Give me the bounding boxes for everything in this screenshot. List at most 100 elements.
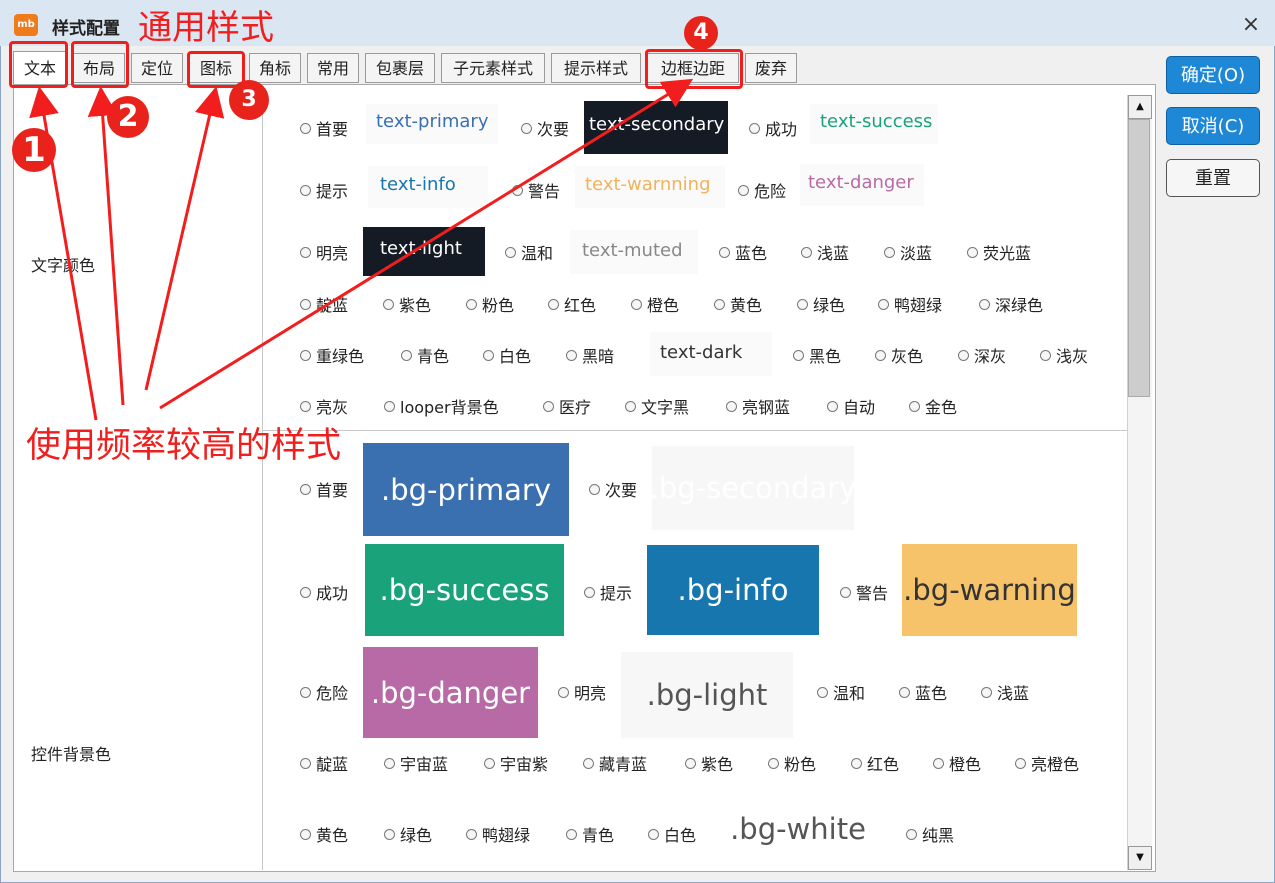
radio-bg-navy-blue[interactable]: 藏青蓝 xyxy=(583,752,647,774)
radio-text-yellow[interactable]: 黄色 xyxy=(714,293,762,315)
cancel-button[interactable]: 取消(C) xyxy=(1166,107,1260,145)
radio-icon xyxy=(543,400,554,412)
radio-bg-red[interactable]: 红色 xyxy=(851,752,899,774)
radio-icon xyxy=(967,246,978,258)
radio-icon xyxy=(466,828,477,840)
sample-bg-white: .bg-white xyxy=(711,790,885,868)
sample-bg-warning: .bg-warning xyxy=(902,544,1077,636)
radio-text-muted[interactable]: 温和 xyxy=(505,241,553,263)
radio-text-warning[interactable]: 警告 xyxy=(512,179,560,201)
radio-text-green[interactable]: 绿色 xyxy=(797,293,845,315)
radio-bg-orange[interactable]: 橙色 xyxy=(933,752,981,774)
radio-bg-bright-orange[interactable]: 亮橙色 xyxy=(1015,752,1079,774)
radio-text-gray[interactable]: 灰色 xyxy=(875,344,923,366)
radio-text-font-black[interactable]: 文字黑 xyxy=(625,395,689,417)
radio-text-auto[interactable]: 自动 xyxy=(827,395,875,417)
tab-tip-style[interactable]: 提示样式 xyxy=(551,53,641,83)
radio-bg-muted[interactable]: 温和 xyxy=(817,681,865,703)
radio-bg-warning[interactable]: 警告 xyxy=(840,581,888,603)
radio-text-light[interactable]: 明亮 xyxy=(300,241,348,263)
radio-text-steel-blue[interactable]: 亮钢蓝 xyxy=(726,395,790,417)
radio-bg-light-blue[interactable]: 浅蓝 xyxy=(981,681,1029,703)
annotation-box-2 xyxy=(71,41,129,88)
radio-text-success[interactable]: 成功 xyxy=(749,117,797,139)
app-logo-icon: mb xyxy=(14,14,38,36)
tab-position[interactable]: 定位 xyxy=(131,53,183,83)
radio-text-heavy-green[interactable]: 重绿色 xyxy=(300,344,364,366)
radio-text-dark[interactable]: 黑暗 xyxy=(566,344,614,366)
radio-text-fluorescent-blue[interactable]: 荧光蓝 xyxy=(967,241,1031,263)
radio-bg-cosmic-blue[interactable]: 宇宙蓝 xyxy=(384,752,448,774)
radio-icon xyxy=(300,400,311,412)
radio-text-black[interactable]: 黑色 xyxy=(793,344,841,366)
radio-text-bright-gray[interactable]: 亮灰 xyxy=(300,395,348,417)
close-icon[interactable]: × xyxy=(1238,12,1264,38)
column-divider xyxy=(262,95,263,870)
radio-text-pale-blue[interactable]: 淡蓝 xyxy=(884,241,932,263)
radio-bg-primary[interactable]: 首要 xyxy=(300,478,348,500)
radio-text-secondary[interactable]: 次要 xyxy=(521,117,569,139)
radio-bg-yellow[interactable]: 黄色 xyxy=(300,823,348,845)
radio-text-gold[interactable]: 金色 xyxy=(909,395,957,417)
scroll-down-icon[interactable]: ▼ xyxy=(1128,846,1152,870)
scrollbar-thumb[interactable] xyxy=(1128,119,1150,397)
radio-icon xyxy=(466,298,477,310)
radio-bg-secondary[interactable]: 次要 xyxy=(589,478,637,500)
sample-text-light: text-light xyxy=(363,227,485,276)
radio-text-purple[interactable]: 紫色 xyxy=(383,293,431,315)
ok-button[interactable]: 确定(O) xyxy=(1166,56,1260,94)
radio-text-red[interactable]: 红色 xyxy=(548,293,596,315)
radio-bg-light[interactable]: 明亮 xyxy=(558,681,606,703)
annotation-number-4: 4 xyxy=(684,16,718,50)
radio-icon xyxy=(401,349,412,361)
radio-bg-white[interactable]: 白色 xyxy=(648,823,696,845)
radio-bg-danger[interactable]: 危险 xyxy=(300,681,348,703)
tab-wrapper[interactable]: 包裹层 xyxy=(365,53,435,83)
radio-bg-teal-green[interactable]: 鸭翅绿 xyxy=(466,823,530,845)
radio-text-danger[interactable]: 危险 xyxy=(738,179,786,201)
sample-text-primary: text-primary xyxy=(366,104,498,144)
radio-text-dark-gray[interactable]: 深灰 xyxy=(958,344,1006,366)
radio-bg-cosmic-purple[interactable]: 宇宙紫 xyxy=(484,752,548,774)
annotation-box-4 xyxy=(645,49,743,89)
radio-text-primary[interactable]: 首要 xyxy=(300,117,348,139)
radio-text-orange[interactable]: 橙色 xyxy=(631,293,679,315)
radio-text-indigo[interactable]: 靛蓝 xyxy=(300,293,348,315)
vertical-scrollbar[interactable]: ▲ ▼ xyxy=(1127,95,1152,870)
radio-bg-purple[interactable]: 紫色 xyxy=(685,752,733,774)
radio-bg-cyan[interactable]: 青色 xyxy=(566,823,614,845)
scroll-up-icon[interactable]: ▲ xyxy=(1128,95,1152,119)
radio-text-looper-bg[interactable]: looper背景色 xyxy=(384,395,499,417)
radio-bg-info[interactable]: 提示 xyxy=(584,581,632,603)
radio-text-medical[interactable]: 医疗 xyxy=(543,395,591,417)
radio-text-teal-green[interactable]: 鸭翅绿 xyxy=(878,293,942,315)
radio-text-light-blue[interactable]: 浅蓝 xyxy=(801,241,849,263)
radio-bg-green[interactable]: 绿色 xyxy=(384,823,432,845)
radio-text-white[interactable]: 白色 xyxy=(483,344,531,366)
radio-text-info[interactable]: 提示 xyxy=(300,179,348,201)
radio-text-pink[interactable]: 粉色 xyxy=(466,293,514,315)
radio-text-dark-green[interactable]: 深绿色 xyxy=(979,293,1043,315)
tab-deprecated[interactable]: 废弃 xyxy=(745,53,797,83)
tab-badge[interactable]: 角标 xyxy=(249,53,301,83)
tab-common[interactable]: 常用 xyxy=(307,53,359,83)
radio-bg-indigo[interactable]: 靛蓝 xyxy=(300,752,348,774)
tab-child-style[interactable]: 子元素样式 xyxy=(441,53,545,83)
annotation-box-3 xyxy=(187,51,245,88)
radio-icon xyxy=(300,586,311,598)
radio-icon xyxy=(714,298,725,310)
radio-icon xyxy=(738,184,749,196)
radio-text-blue[interactable]: 蓝色 xyxy=(719,241,767,263)
annotation-number-1: 1 xyxy=(12,128,56,172)
radio-text-cyan[interactable]: 青色 xyxy=(401,344,449,366)
radio-bg-success[interactable]: 成功 xyxy=(300,581,348,603)
radio-text-light-gray[interactable]: 浅灰 xyxy=(1040,344,1088,366)
sample-text-secondary: text-secondary xyxy=(584,101,728,154)
radio-bg-blue[interactable]: 蓝色 xyxy=(899,681,947,703)
radio-icon xyxy=(1040,349,1051,361)
radio-bg-pure-black[interactable]: 纯黑 xyxy=(906,823,954,845)
reset-button[interactable]: 重置 xyxy=(1166,159,1260,197)
radio-icon xyxy=(384,400,395,412)
radio-bg-pink[interactable]: 粉色 xyxy=(768,752,816,774)
annotation-box-1 xyxy=(9,41,68,88)
